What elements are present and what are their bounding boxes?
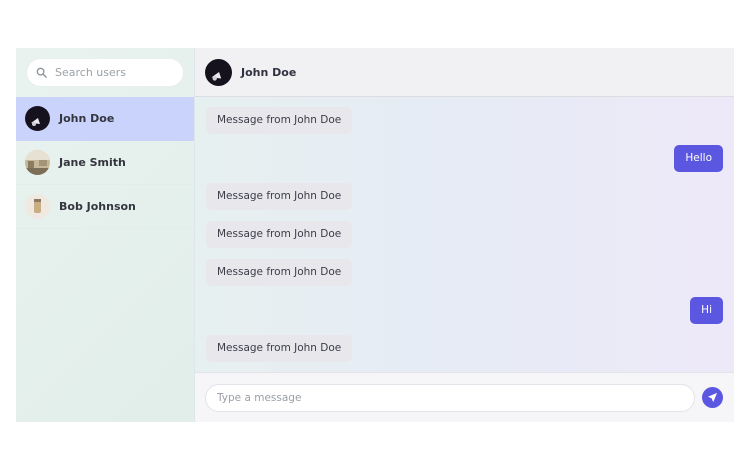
user-item-jane-smith[interactable]: Jane Smith	[16, 141, 194, 185]
user-list: John Doe Jane Smith Bob Johnson	[16, 97, 194, 229]
message-bubble: Message from John Doe	[206, 335, 353, 362]
message-bubble: Message from John Doe	[206, 107, 353, 134]
search-input[interactable]	[55, 66, 200, 79]
chat-header: John Doe	[195, 48, 734, 97]
user-item-john-doe[interactable]: John Doe	[16, 97, 194, 141]
avatar	[25, 106, 50, 131]
chat-app: John Doe Jane Smith Bob Johnson John Doe	[16, 48, 734, 422]
avatar	[25, 194, 50, 219]
send-icon	[707, 392, 718, 403]
message-list[interactable]: Message from John Doe Hello Message from…	[195, 97, 734, 372]
message-bubble: Hello	[674, 145, 723, 172]
search-container	[16, 48, 200, 97]
message-outgoing: Hello	[206, 145, 723, 172]
message-bubble: Message from John Doe	[206, 221, 353, 248]
message-incoming: Message from John Doe	[206, 259, 723, 286]
avatar[interactable]	[205, 58, 232, 86]
message-input[interactable]	[205, 383, 695, 412]
user-name: John Doe	[59, 112, 115, 125]
message-composer	[195, 372, 734, 422]
message-incoming: Message from John Doe	[206, 107, 723, 134]
message-bubble: Hi	[690, 297, 723, 324]
search-box[interactable]	[27, 59, 200, 86]
chat-title: John Doe	[241, 65, 297, 79]
message-outgoing: Hi	[206, 297, 723, 324]
message-incoming: Message from John Doe	[206, 183, 723, 210]
avatar	[25, 150, 50, 175]
chat-panel: John Doe Message from John Doe Hello Mes…	[195, 48, 734, 422]
user-name: Jane Smith	[59, 156, 126, 169]
message-incoming: Message from John Doe	[206, 221, 723, 248]
message-bubble: Message from John Doe	[206, 259, 353, 286]
send-button[interactable]	[702, 387, 723, 408]
user-item-bob-johnson[interactable]: Bob Johnson	[16, 185, 194, 229]
sidebar: John Doe Jane Smith Bob Johnson	[16, 48, 200, 422]
user-name: Bob Johnson	[59, 200, 136, 213]
message-bubble: Message from John Doe	[206, 183, 353, 210]
message-incoming: Message from John Doe	[206, 335, 723, 362]
search-icon	[36, 67, 47, 78]
